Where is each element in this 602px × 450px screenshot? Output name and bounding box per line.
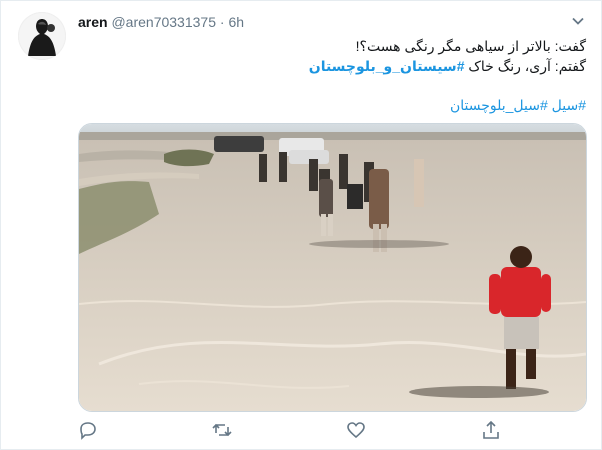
tweet-text-line-2: گفتم: آری، رنگ خاک #سیستان_و_بلوچستان bbox=[86, 56, 586, 76]
retweet-icon[interactable] bbox=[212, 420, 232, 440]
avatar[interactable] bbox=[18, 12, 66, 60]
reply-icon[interactable] bbox=[78, 420, 98, 440]
hashtag-sistan-baluchestan[interactable]: #سیستان_و_بلوچستان bbox=[309, 58, 465, 74]
hashtag-seil-baluchestan[interactable]: #سیل_بلوچستان bbox=[450, 97, 548, 113]
tweet-text-line-1: گفت: بالاتر از سیاهی مگر رنگی هست؟! bbox=[355, 38, 586, 54]
author-handle[interactable]: @aren70331375 bbox=[111, 14, 216, 30]
tweet-photo[interactable] bbox=[78, 123, 587, 412]
tweet-actions bbox=[78, 420, 585, 442]
tweet-hashtags-line: #سیل #سیل_بلوچستان bbox=[86, 95, 586, 115]
share-icon[interactable] bbox=[481, 420, 501, 440]
timestamp[interactable]: 6h bbox=[228, 14, 244, 30]
separator-dot: · bbox=[219, 14, 225, 30]
tweet-text-prefix: گفتم: آری، رنگ خاک bbox=[464, 58, 586, 74]
hashtag-seil[interactable]: #سیل bbox=[552, 97, 586, 113]
author-name[interactable]: aren bbox=[78, 14, 108, 30]
chevron-down-icon[interactable] bbox=[571, 14, 585, 28]
tweet-header: aren @aren70331375 · 6h bbox=[78, 14, 244, 30]
like-icon[interactable] bbox=[346, 420, 366, 440]
